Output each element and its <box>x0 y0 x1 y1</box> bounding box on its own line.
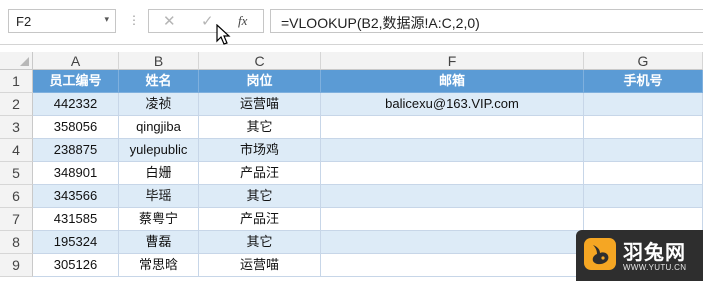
rabbit-logo-icon <box>584 238 616 270</box>
check-icon[interactable]: ✓ <box>201 12 214 30</box>
row-header[interactable]: 4 <box>0 139 33 162</box>
cell-employee-id[interactable]: 442332 <box>33 93 119 116</box>
table-row: 348901 白姗 产品汪 <box>33 162 703 185</box>
header-cell-email[interactable]: 邮箱 <box>321 70 584 93</box>
cell-phone[interactable] <box>584 139 703 162</box>
cell-employee-id[interactable]: 238875 <box>33 139 119 162</box>
table-row: 358056 qingjiba 其它 <box>33 116 703 139</box>
cell-employee-id[interactable]: 195324 <box>33 231 119 254</box>
cell-email[interactable] <box>321 208 584 231</box>
row-header[interactable]: 5 <box>0 162 33 185</box>
cell-name[interactable]: 白姗 <box>119 162 199 185</box>
cancel-icon[interactable]: ✕ <box>163 12 176 30</box>
cell-email[interactable] <box>321 162 584 185</box>
header-cell-position[interactable]: 岗位 <box>199 70 321 93</box>
table-row: 431585 蔡粤宁 产品汪 <box>33 208 703 231</box>
cell-position[interactable]: 市场鸡 <box>199 139 321 162</box>
header-cell-phone[interactable]: 手机号 <box>584 70 703 93</box>
table-header-row: 员工编号 姓名 岗位 邮箱 手机号 <box>33 70 703 93</box>
cell-email[interactable]: balicexu@163.VIP.com <box>321 93 584 116</box>
table-row: 238875 yulepublic 市场鸡 <box>33 139 703 162</box>
watermark-brand: 羽兔网 <box>623 242 686 264</box>
row-header[interactable]: 2 <box>0 93 33 116</box>
cell-position[interactable]: 运营喵 <box>199 93 321 116</box>
table-row: 343566 毕瑶 其它 <box>33 185 703 208</box>
name-box[interactable]: F2 ▾ <box>8 9 116 33</box>
cell-position[interactable]: 其它 <box>199 185 321 208</box>
cell-employee-id[interactable]: 431585 <box>33 208 119 231</box>
cell-position[interactable]: 产品汪 <box>199 162 321 185</box>
insert-function-icon[interactable]: fx <box>238 13 247 29</box>
cell-phone[interactable] <box>584 93 703 116</box>
cell-phone[interactable] <box>584 116 703 139</box>
cell-name[interactable]: 曹磊 <box>119 231 199 254</box>
cell-employee-id[interactable]: 343566 <box>33 185 119 208</box>
watermark-badge: 羽兔网 WWW.YUTU.CN <box>576 230 703 281</box>
cell-email[interactable] <box>321 116 584 139</box>
separator-dots-icon: ⋮ <box>128 13 140 27</box>
formula-bar: F2 ▾ ⋮ ✕ ✓ fx =VLOOKUP(B2,数据源!A:C,2,0) <box>0 0 703 45</box>
header-cell-employee-id[interactable]: 员工编号 <box>33 70 119 93</box>
cell-phone[interactable] <box>584 208 703 231</box>
cell-name[interactable]: qingjiba <box>119 116 199 139</box>
cell-phone[interactable] <box>584 162 703 185</box>
row-header[interactable]: 9 <box>0 254 33 277</box>
cell-employee-id[interactable]: 358056 <box>33 116 119 139</box>
row-header[interactable]: 1 <box>0 70 33 93</box>
select-all-icon <box>20 57 29 66</box>
cell-position[interactable]: 其它 <box>199 231 321 254</box>
cell-position[interactable]: 产品汪 <box>199 208 321 231</box>
cell-name[interactable]: 毕瑶 <box>119 185 199 208</box>
column-header-c[interactable]: C <box>199 52 321 70</box>
row-header[interactable]: 7 <box>0 208 33 231</box>
formula-text[interactable]: =VLOOKUP(B2,数据源!A:C,2,0) <box>281 13 480 33</box>
cell-email[interactable] <box>321 185 584 208</box>
cell-position[interactable]: 其它 <box>199 116 321 139</box>
column-header-a[interactable]: A <box>33 52 119 70</box>
chevron-down-icon[interactable]: ▾ <box>104 14 109 25</box>
cell-employee-id[interactable]: 348901 <box>33 162 119 185</box>
name-box-value[interactable]: F2 <box>16 14 31 29</box>
cell-name[interactable]: yulepublic <box>119 139 199 162</box>
cell-email[interactable] <box>321 254 584 277</box>
cell-position[interactable]: 运营喵 <box>199 254 321 277</box>
formula-buttons: ✕ ✓ fx <box>148 9 264 33</box>
cell-email[interactable] <box>321 231 584 254</box>
cell-phone[interactable] <box>584 185 703 208</box>
select-all-corner[interactable] <box>0 52 33 70</box>
cell-email[interactable] <box>321 139 584 162</box>
cell-name[interactable]: 常思晗 <box>119 254 199 277</box>
cell-employee-id[interactable]: 305126 <box>33 254 119 277</box>
row-header[interactable]: 6 <box>0 185 33 208</box>
mouse-cursor-icon <box>216 24 231 45</box>
watermark-url: WWW.YUTU.CN <box>623 263 687 272</box>
cell-name[interactable]: 凌祯 <box>119 93 199 116</box>
row-header[interactable]: 8 <box>0 231 33 254</box>
header-cell-name[interactable]: 姓名 <box>119 70 199 93</box>
column-header-g[interactable]: G <box>584 52 703 70</box>
table-row: 442332 凌祯 运营喵 balicexu@163.VIP.com <box>33 93 703 116</box>
formula-input[interactable]: =VLOOKUP(B2,数据源!A:C,2,0) <box>270 9 703 33</box>
column-header-f[interactable]: F <box>321 52 584 70</box>
row-header[interactable]: 3 <box>0 116 33 139</box>
column-header-b[interactable]: B <box>119 52 199 70</box>
cell-name[interactable]: 蔡粤宁 <box>119 208 199 231</box>
